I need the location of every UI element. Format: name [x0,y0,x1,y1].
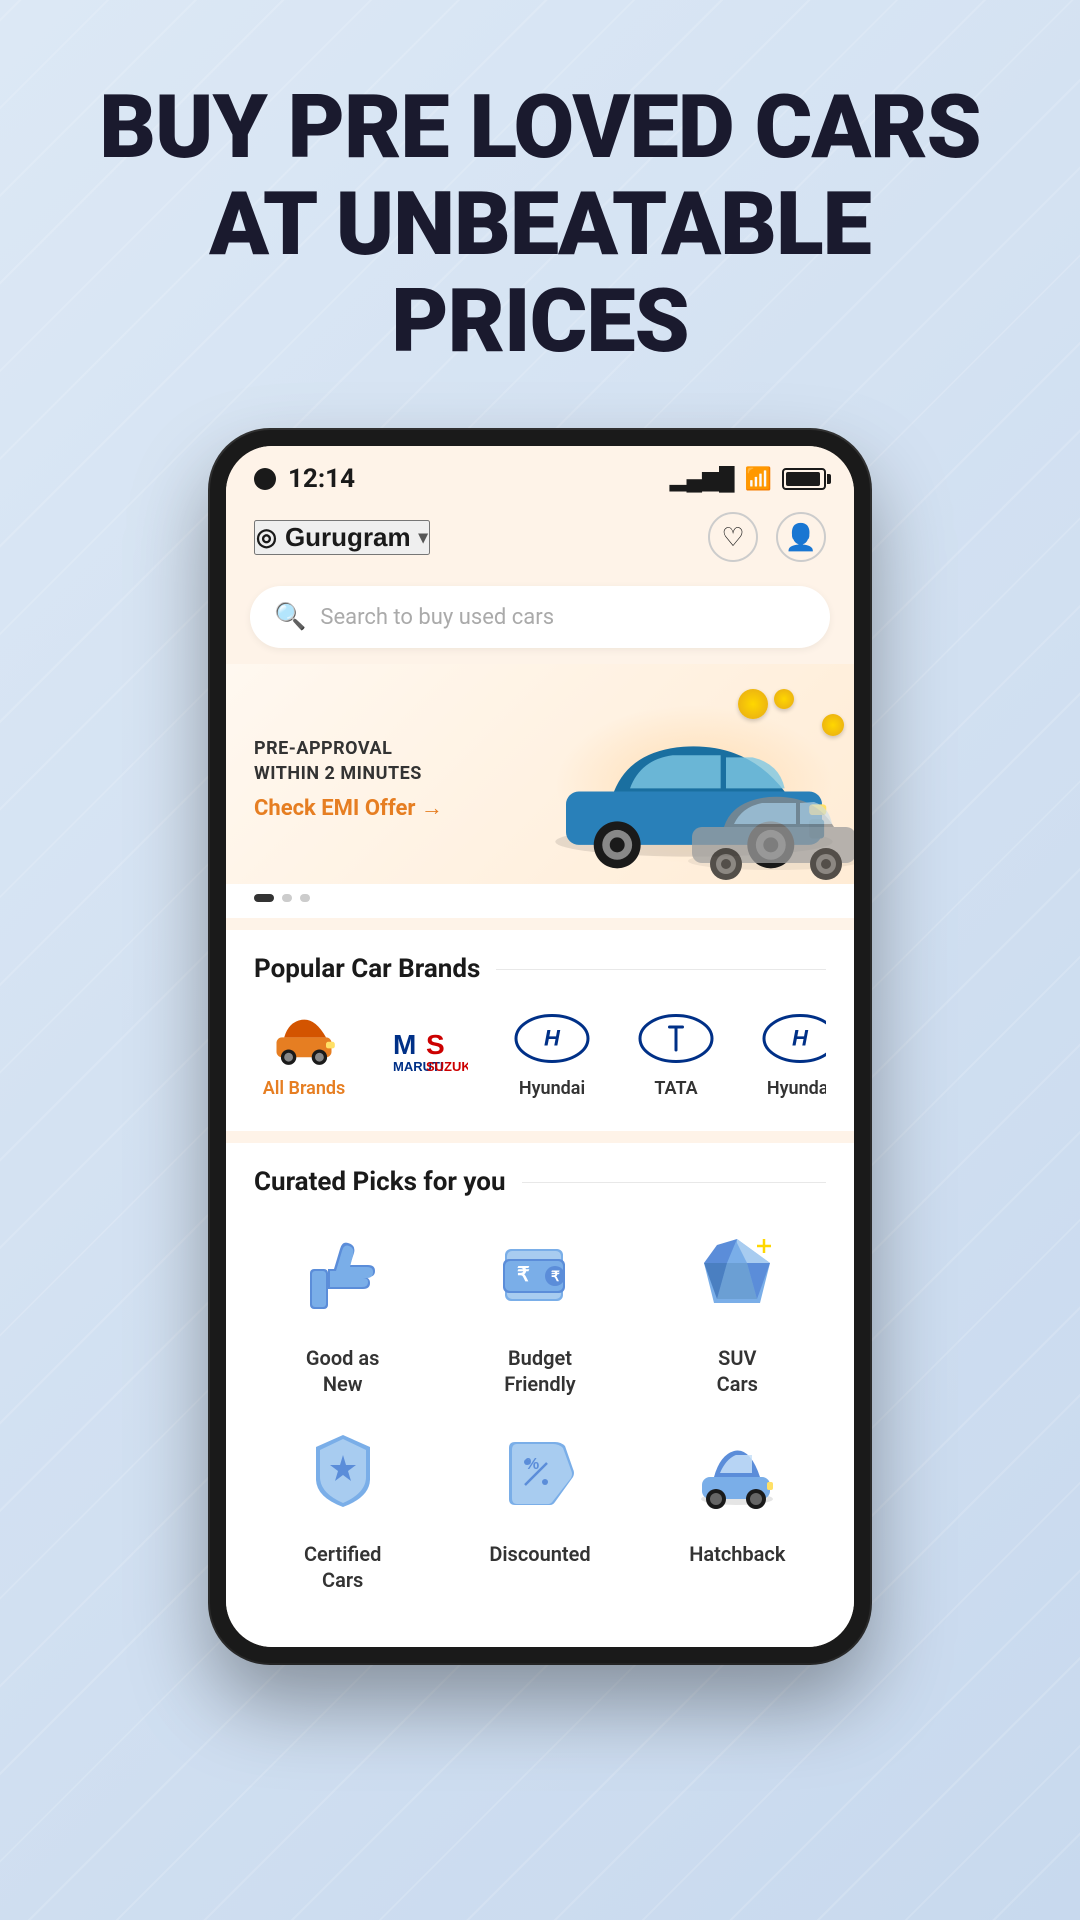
status-time: 12:14 [288,464,355,494]
banner-text: PRE-APPROVAL WITHIN 2 MINUTES Check EMI … [254,736,443,820]
wishlist-button[interactable]: ♡ [708,512,758,562]
brands-row: All Brands M S MARUTI SUZUKI [254,1008,826,1107]
thumbs-up-icon [298,1231,388,1321]
good-as-new-label: Good asNew [306,1345,380,1397]
hyundai-label: Hyundai [519,1078,585,1099]
budget-friendly-label: BudgetFriendly [504,1345,575,1397]
banner-section: PRE-APPROVAL WITHIN 2 MINUTES Check EMI … [226,664,854,918]
pick-discounted[interactable]: % Discounted [451,1417,628,1593]
tata-label: TATA [654,1078,697,1099]
chevron-down-icon: ▾ [419,527,428,548]
phone-mockup: 12:14 ▂▄▆█ 📶 ◎ Gurugram ▾ ♡ [0,410,1080,1703]
all-brands-icon-wrap [264,1008,344,1068]
brand-maruti[interactable]: M S MARUTI SUZUKI [378,1019,478,1089]
svg-text:SUZUKI: SUZUKI [426,1059,468,1074]
hyundai2-icon-wrap: H [760,1008,826,1068]
popular-brands-title: Popular Car Brands [254,954,480,984]
bottom-spacer [226,1617,854,1647]
battery-icon [782,468,826,490]
location-pin-icon: ◎ [256,523,277,552]
dot-inactive-2 [300,894,310,902]
shield-star-icon [298,1427,388,1517]
heart-icon: ♡ [721,522,744,553]
svg-text:₹: ₹ [517,1264,530,1286]
search-input[interactable]: Search to buy used cars [320,605,806,630]
profile-icon: 👤 [785,522,817,553]
svg-text:S: S [426,1029,445,1060]
signal-icon: ▂▄▆█ [670,466,735,492]
discounted-icon: % [485,1417,595,1527]
diamond-car-icon [692,1231,782,1321]
tag-percent-icon: % [495,1427,585,1517]
suv-cars-icon [682,1221,792,1331]
curated-section-divider [522,1182,826,1184]
suv-cars-label: SUVCars [717,1345,758,1397]
brand-tata[interactable]: TATA [626,1008,726,1099]
curated-picks-header: Curated Picks for you [254,1167,826,1197]
emi-offer-link[interactable]: Check EMI Offer → [254,795,443,821]
brand-all[interactable]: All Brands [254,1008,354,1099]
location-selector[interactable]: ◎ Gurugram ▾ [254,520,430,555]
svg-text:H: H [792,1025,809,1050]
status-bar: 12:14 ▂▄▆█ 📶 [226,446,854,502]
hero-title: BUY PRE LOVED CARS AT UNBEATABLE PRICES [60,80,1020,370]
pick-certified[interactable]: CertifiedCars [254,1417,431,1593]
phone-frame: 12:14 ▂▄▆█ 📶 ◎ Gurugram ▾ ♡ [210,430,870,1663]
good-as-new-icon [288,1221,398,1331]
brand-hyundai2[interactable]: H Hyundai [750,1008,826,1099]
app-header: ◎ Gurugram ▾ ♡ 👤 [226,502,854,578]
hatchback-label: Hatchback [689,1541,785,1567]
search-bar[interactable]: 🔍 Search to buy used cars [250,586,830,648]
phone-screen: 12:14 ▂▄▆█ 📶 ◎ Gurugram ▾ ♡ [226,446,854,1647]
svg-text:₹: ₹ [551,1268,560,1284]
maruti-logo: M S MARUTI SUZUKI [388,1019,468,1079]
dot-inactive-1 [282,894,292,902]
location-label: Gurugram [285,522,411,553]
pre-approval-text: PRE-APPROVAL WITHIN 2 MINUTES [254,736,443,786]
hatchback-car-icon [692,1427,782,1517]
svg-text:M: M [393,1029,416,1060]
wifi-icon: 📶 [745,467,772,492]
certified-icon [288,1417,398,1527]
pick-hatchback[interactable]: Hatchback [649,1417,826,1593]
hatchback-icon [682,1417,792,1527]
hyundai2-logo: H [760,1011,826,1066]
popular-brands-section: Popular Car Brands [226,930,854,1131]
section-divider [496,969,826,971]
discounted-label: Discounted [489,1541,590,1567]
car-icon [269,1011,339,1066]
pick-suv-cars[interactable]: SUVCars [649,1221,826,1397]
tata-icon-wrap [636,1008,716,1068]
search-container: 🔍 Search to buy used cars [226,578,854,664]
camera-dot [254,468,276,490]
hyundai-icon-wrap: H [512,1008,592,1068]
picks-grid: Good asNew ₹ [254,1221,826,1593]
curated-picks-section: Curated Picks for you [226,1143,854,1617]
profile-button[interactable]: 👤 [776,512,826,562]
banner-content: PRE-APPROVAL WITHIN 2 MINUTES Check EMI … [226,664,854,884]
svg-text:H: H [544,1025,561,1050]
popular-brands-header: Popular Car Brands [254,954,826,984]
all-brands-label: All Brands [263,1078,346,1099]
curated-picks-title: Curated Picks for you [254,1167,506,1197]
tata-logo [636,1011,716,1066]
maruti-icon-wrap: M S MARUTI SUZUKI [388,1019,468,1079]
search-icon: 🔍 [274,602,306,632]
header-actions: ♡ 👤 [708,512,826,562]
grey-car-svg [674,774,854,884]
banner-dots [226,884,854,918]
hyundai2-label: Hyundai [767,1078,826,1099]
brand-hyundai[interactable]: H Hyundai [502,1008,602,1099]
budget-friendly-icon: ₹ ₹ [485,1221,595,1331]
car-illustration [474,684,854,884]
status-icons: ▂▄▆█ 📶 [670,466,826,492]
hyundai-logo: H [512,1011,592,1066]
certified-label: CertifiedCars [304,1541,381,1593]
hero-section: BUY PRE LOVED CARS AT UNBEATABLE PRICES [0,0,1080,410]
pick-budget-friendly[interactable]: ₹ ₹ BudgetFriendly [451,1221,628,1397]
dot-active [254,894,274,902]
pick-good-as-new[interactable]: Good asNew [254,1221,431,1397]
wallet-icon: ₹ ₹ [495,1231,585,1321]
